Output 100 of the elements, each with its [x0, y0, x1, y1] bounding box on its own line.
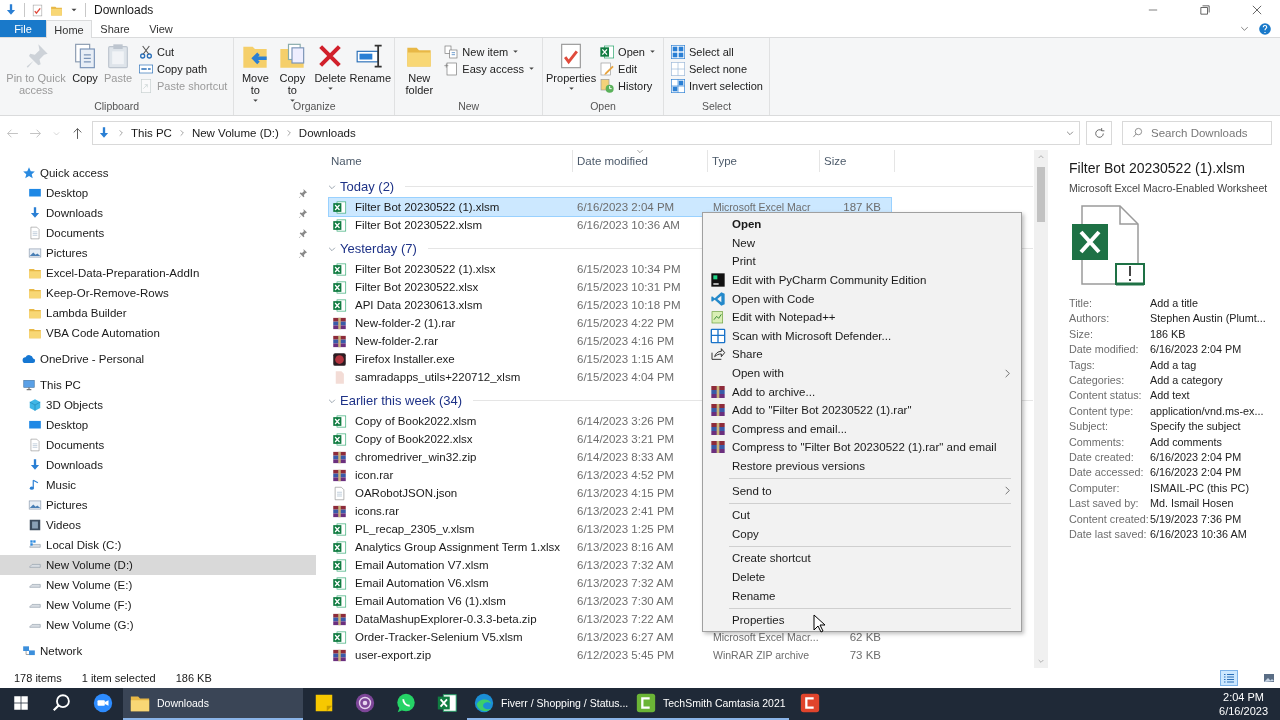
- menu-item[interactable]: Rename: [705, 586, 1019, 605]
- ribbon-tab[interactable]: File: [0, 20, 46, 37]
- sidebar-item[interactable]: New Volume (E:): [0, 575, 316, 595]
- menu-item[interactable]: Cut: [705, 505, 1019, 525]
- sidebar-item[interactable]: Local Disk (C:): [0, 535, 316, 555]
- menu-item[interactable]: Compress and email...: [705, 419, 1019, 439]
- view-button[interactable]: [1220, 670, 1238, 686]
- taskbar-button[interactable]: Downloads: [123, 688, 303, 720]
- refresh-button[interactable]: [1086, 121, 1112, 145]
- sidebar-item[interactable]: Excel-Data-Preparation-AddIn: [0, 263, 316, 283]
- ribbon-button[interactable]: Edit: [597, 60, 659, 77]
- sidebar-item[interactable]: New Volume (F:): [0, 595, 316, 615]
- ribbon-button[interactable]: Rename: [350, 41, 391, 85]
- spreadsheet-icon: [332, 575, 347, 591]
- date-modified: 6/13/2023 1:25 PM: [576, 523, 676, 535]
- ribbon-button[interactable]: Move to: [238, 41, 273, 106]
- archive-icon: [709, 439, 726, 456]
- file-name: icons.rar: [354, 505, 400, 517]
- sidebar-item[interactable]: Desktop: [0, 415, 316, 435]
- address-bar[interactable]: This PC New Volume (D:) Downloads: [92, 121, 1080, 145]
- help-icon: [1258, 21, 1272, 36]
- sidebar-item[interactable]: 3D Objects: [0, 395, 316, 415]
- sidebar-item[interactable]: Documents: [0, 223, 316, 243]
- menu-item[interactable]: Create shortcut: [705, 549, 1019, 568]
- spreadsheet-icon: [435, 692, 458, 714]
- group-header[interactable]: Today (2): [327, 175, 1033, 198]
- menu-item[interactable]: Share: [705, 345, 1019, 364]
- menu-item[interactable]: Scan with Microsoft Defender...: [705, 326, 1019, 346]
- ribbon-button[interactable]: New item: [441, 43, 539, 60]
- sidebar-item[interactable]: New Volume (G:): [0, 615, 316, 635]
- taskbar-button[interactable]: Fiverr / Shopping / Status...: [467, 688, 629, 720]
- sidebar-item[interactable]: Downloads: [0, 455, 316, 475]
- breadcrumb[interactable]: This PC: [131, 127, 172, 139]
- download-arrow-icon: [97, 126, 111, 140]
- menu-item[interactable]: Copy: [705, 524, 1019, 544]
- ribbon-button[interactable]: Copy: [70, 41, 100, 85]
- sidebar-item[interactable]: Pictures: [0, 495, 316, 515]
- ribbon-button[interactable]: Select all: [668, 43, 765, 60]
- sidebar-item[interactable]: OneDrive - Personal: [0, 349, 316, 369]
- new-item-icon: [443, 43, 460, 60]
- scroll-down-icon: [1037, 657, 1045, 665]
- sidebar-item[interactable]: Music: [0, 475, 316, 495]
- file-row[interactable]: user-export.zip 6/12/2023 5:45 PM WinRAR ZIP archive 73 KB: [329, 646, 891, 664]
- menu-item[interactable]: Open: [705, 215, 1019, 234]
- sidebar-item[interactable]: Documents: [0, 435, 316, 455]
- file-row[interactable]: Filter Bot 20230522 (1).xlsm 6/16/2023 2:04 PM Microsoft Excel Macr 187 KB: [329, 198, 891, 216]
- scrollbar[interactable]: [1034, 150, 1048, 668]
- menu-item[interactable]: Edit with PyCharm Community Edition: [705, 270, 1019, 290]
- ribbon-button[interactable]: Copy path: [136, 60, 230, 77]
- sidebar-item[interactable]: Downloads: [0, 203, 316, 223]
- sidebar-item[interactable]: VBA Code Automation: [0, 323, 316, 343]
- sidebar-item[interactable]: New Volume (D:): [0, 555, 316, 575]
- search-field[interactable]: Search Downloads: [1122, 121, 1272, 145]
- file-type: Microsoft Excel Macr...: [712, 631, 820, 643]
- spreadsheet-icon: [332, 297, 347, 313]
- ribbon-button[interactable]: Properties: [547, 41, 596, 94]
- ribbon-button[interactable]: Invert selection: [668, 77, 765, 94]
- sidebar-item[interactable]: Network: [0, 641, 316, 661]
- file-row[interactable]: Order-Tracker-Selenium V5.xlsm 6/13/2023 6:27 AM Microsoft Excel Macr... 62 KB: [329, 628, 891, 646]
- property-value: Add a title: [1150, 296, 1200, 311]
- sidebar-item[interactable]: Videos: [0, 515, 316, 535]
- menu-item[interactable]: Open with: [705, 363, 1019, 383]
- menu-item[interactable]: Open with Code: [705, 289, 1019, 308]
- ribbon-button[interactable]: New folder: [399, 41, 440, 97]
- ribbon-button[interactable]: Open: [597, 43, 659, 60]
- menu-item[interactable]: Restore previous versions: [705, 456, 1019, 476]
- sidebar-item[interactable]: Quick access: [0, 163, 316, 183]
- column-header[interactable]: Date modified: [573, 150, 708, 172]
- property-value: 5/19/2023 7:36 PM: [1150, 511, 1243, 527]
- ribbon-button[interactable]: Cut: [136, 43, 230, 60]
- property-label: Date created:: [1069, 450, 1135, 466]
- menu-item[interactable]: Edit with Notepad++: [705, 307, 1019, 327]
- ribbon-button[interactable]: Delete: [312, 41, 349, 94]
- spreadsheet-icon: [332, 521, 347, 537]
- ribbon-button[interactable]: Easy access: [441, 60, 539, 77]
- sidebar-item[interactable]: Lambda Builder: [0, 303, 316, 323]
- menu-item[interactable]: Delete: [705, 567, 1019, 587]
- ribbon-button[interactable]: History: [597, 77, 659, 94]
- menu-item[interactable]: Send to: [705, 481, 1019, 500]
- menu-item[interactable]: Print: [705, 252, 1019, 271]
- breadcrumb[interactable]: New Volume (D:): [191, 127, 279, 139]
- menu-item[interactable]: Compress to "Filter Bot 20230522 (1).rar" and email: [705, 438, 1019, 457]
- date-modified: 6/14/2023 3:26 PM: [576, 415, 676, 427]
- column-header[interactable]: Name: [327, 150, 573, 172]
- sidebar-item[interactable]: This PC: [0, 375, 316, 395]
- start-icon: [11, 694, 30, 712]
- column-header[interactable]: Type: [708, 150, 820, 172]
- breadcrumb[interactable]: Downloads: [298, 127, 356, 139]
- scroll-thumb[interactable]: [1037, 167, 1045, 222]
- download-arrow-icon: [4, 3, 18, 17]
- sidebar-item[interactable]: Pictures: [0, 243, 316, 263]
- ribbon-button[interactable]: Select none: [668, 60, 765, 77]
- menu-item[interactable]: Properties: [705, 610, 1019, 630]
- taskbar-button[interactable]: TechSmith Camtasia 2021: [629, 688, 789, 720]
- menu-item[interactable]: New: [705, 233, 1019, 253]
- column-header[interactable]: Size: [820, 150, 895, 172]
- sidebar-item[interactable]: Keep-Or-Remove-Rows: [0, 283, 316, 303]
- file-name: New-folder-2 (1).rar: [354, 317, 456, 329]
- ribbon-tab[interactable]: Home: [46, 20, 92, 38]
- sidebar-item[interactable]: Desktop: [0, 183, 316, 203]
